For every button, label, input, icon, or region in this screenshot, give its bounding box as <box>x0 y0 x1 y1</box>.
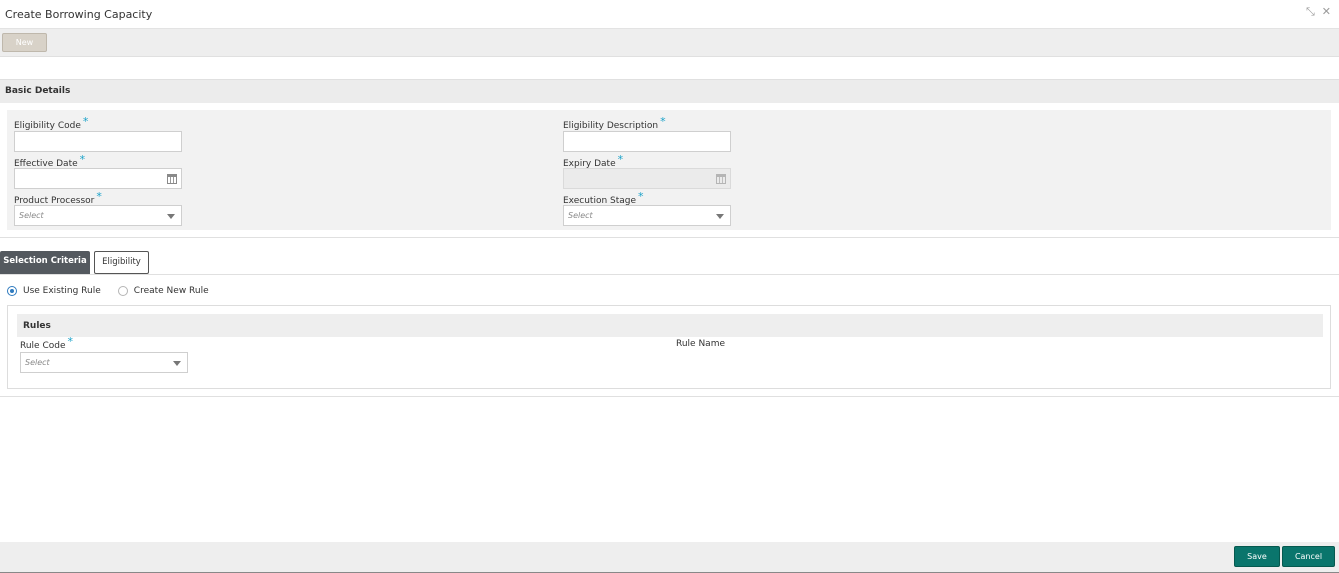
chevron-down-icon <box>173 361 181 366</box>
rule-code-label: Rule Code * <box>20 335 74 351</box>
window-title: Create Borrowing Capacity <box>5 8 153 21</box>
chevron-down-icon <box>167 214 175 219</box>
basic-details-title: Basic Details <box>5 86 71 96</box>
execution-stage-placeholder: Select <box>568 211 593 220</box>
calendar-icon[interactable] <box>167 174 177 184</box>
content-divider <box>0 396 1339 397</box>
required-marker: * <box>67 335 74 348</box>
eligibility-code-label: Eligibility Code * <box>14 115 89 131</box>
execution-stage-select[interactable]: Select <box>563 205 731 226</box>
window-controls: ⤡ ✕ <box>1306 6 1331 18</box>
required-marker: * <box>638 190 644 203</box>
expiry-date-input <box>563 168 731 189</box>
cancel-button[interactable]: Cancel <box>1282 546 1335 567</box>
eligibility-description-label: Eligibility Description * <box>563 115 666 131</box>
chevron-down-icon <box>716 214 724 219</box>
window-titlebar: Create Borrowing Capacity ⤡ ✕ <box>0 0 1339 29</box>
rules-panel: Rules Rule Code * Select Rule Name <box>7 305 1331 389</box>
close-icon[interactable]: ✕ <box>1322 6 1331 18</box>
save-button[interactable]: Save <box>1234 546 1280 567</box>
rules-header: Rules <box>17 314 1323 337</box>
use-existing-rule-label[interactable]: Use Existing Rule <box>23 286 101 296</box>
required-marker: * <box>617 153 624 166</box>
required-marker: * <box>660 115 666 128</box>
tab-divider <box>0 274 1339 275</box>
product-processor-placeholder: Select <box>19 211 44 220</box>
basic-details-panel: Eligibility Code * Eligibility Descriptio… <box>7 110 1331 230</box>
required-marker: * <box>79 153 86 166</box>
required-marker: * <box>96 190 102 203</box>
basic-details-header: Basic Details <box>0 79 1339 103</box>
tab-selection-criteria[interactable]: Selection Criteria <box>0 251 90 274</box>
create-new-rule-radio[interactable] <box>117 286 128 296</box>
rule-code-placeholder: Select <box>25 358 50 367</box>
eligibility-description-input[interactable] <box>563 131 731 152</box>
toolbar: New <box>0 29 1339 57</box>
section-divider <box>0 237 1339 238</box>
product-processor-select[interactable]: Select <box>14 205 182 226</box>
use-existing-rule-radio[interactable] <box>7 286 17 296</box>
calendar-icon <box>716 174 726 184</box>
rule-name-label: Rule Name <box>676 339 726 349</box>
create-new-rule-label[interactable]: Create New Rule <box>134 286 209 296</box>
minimize-icon[interactable]: ⤡ <box>1306 6 1315 18</box>
required-marker: * <box>82 115 89 128</box>
tab-eligibility[interactable]: Eligibility <box>94 251 149 274</box>
footer-bar: Save Cancel <box>0 542 1339 573</box>
rules-title: Rules <box>23 321 51 331</box>
rule-option-group: Use Existing Rule Create New Rule <box>7 286 226 296</box>
eligibility-code-input[interactable] <box>14 131 182 152</box>
effective-date-input[interactable] <box>14 168 182 189</box>
rule-code-select[interactable]: Select <box>20 352 188 373</box>
new-button[interactable]: New <box>2 33 47 52</box>
